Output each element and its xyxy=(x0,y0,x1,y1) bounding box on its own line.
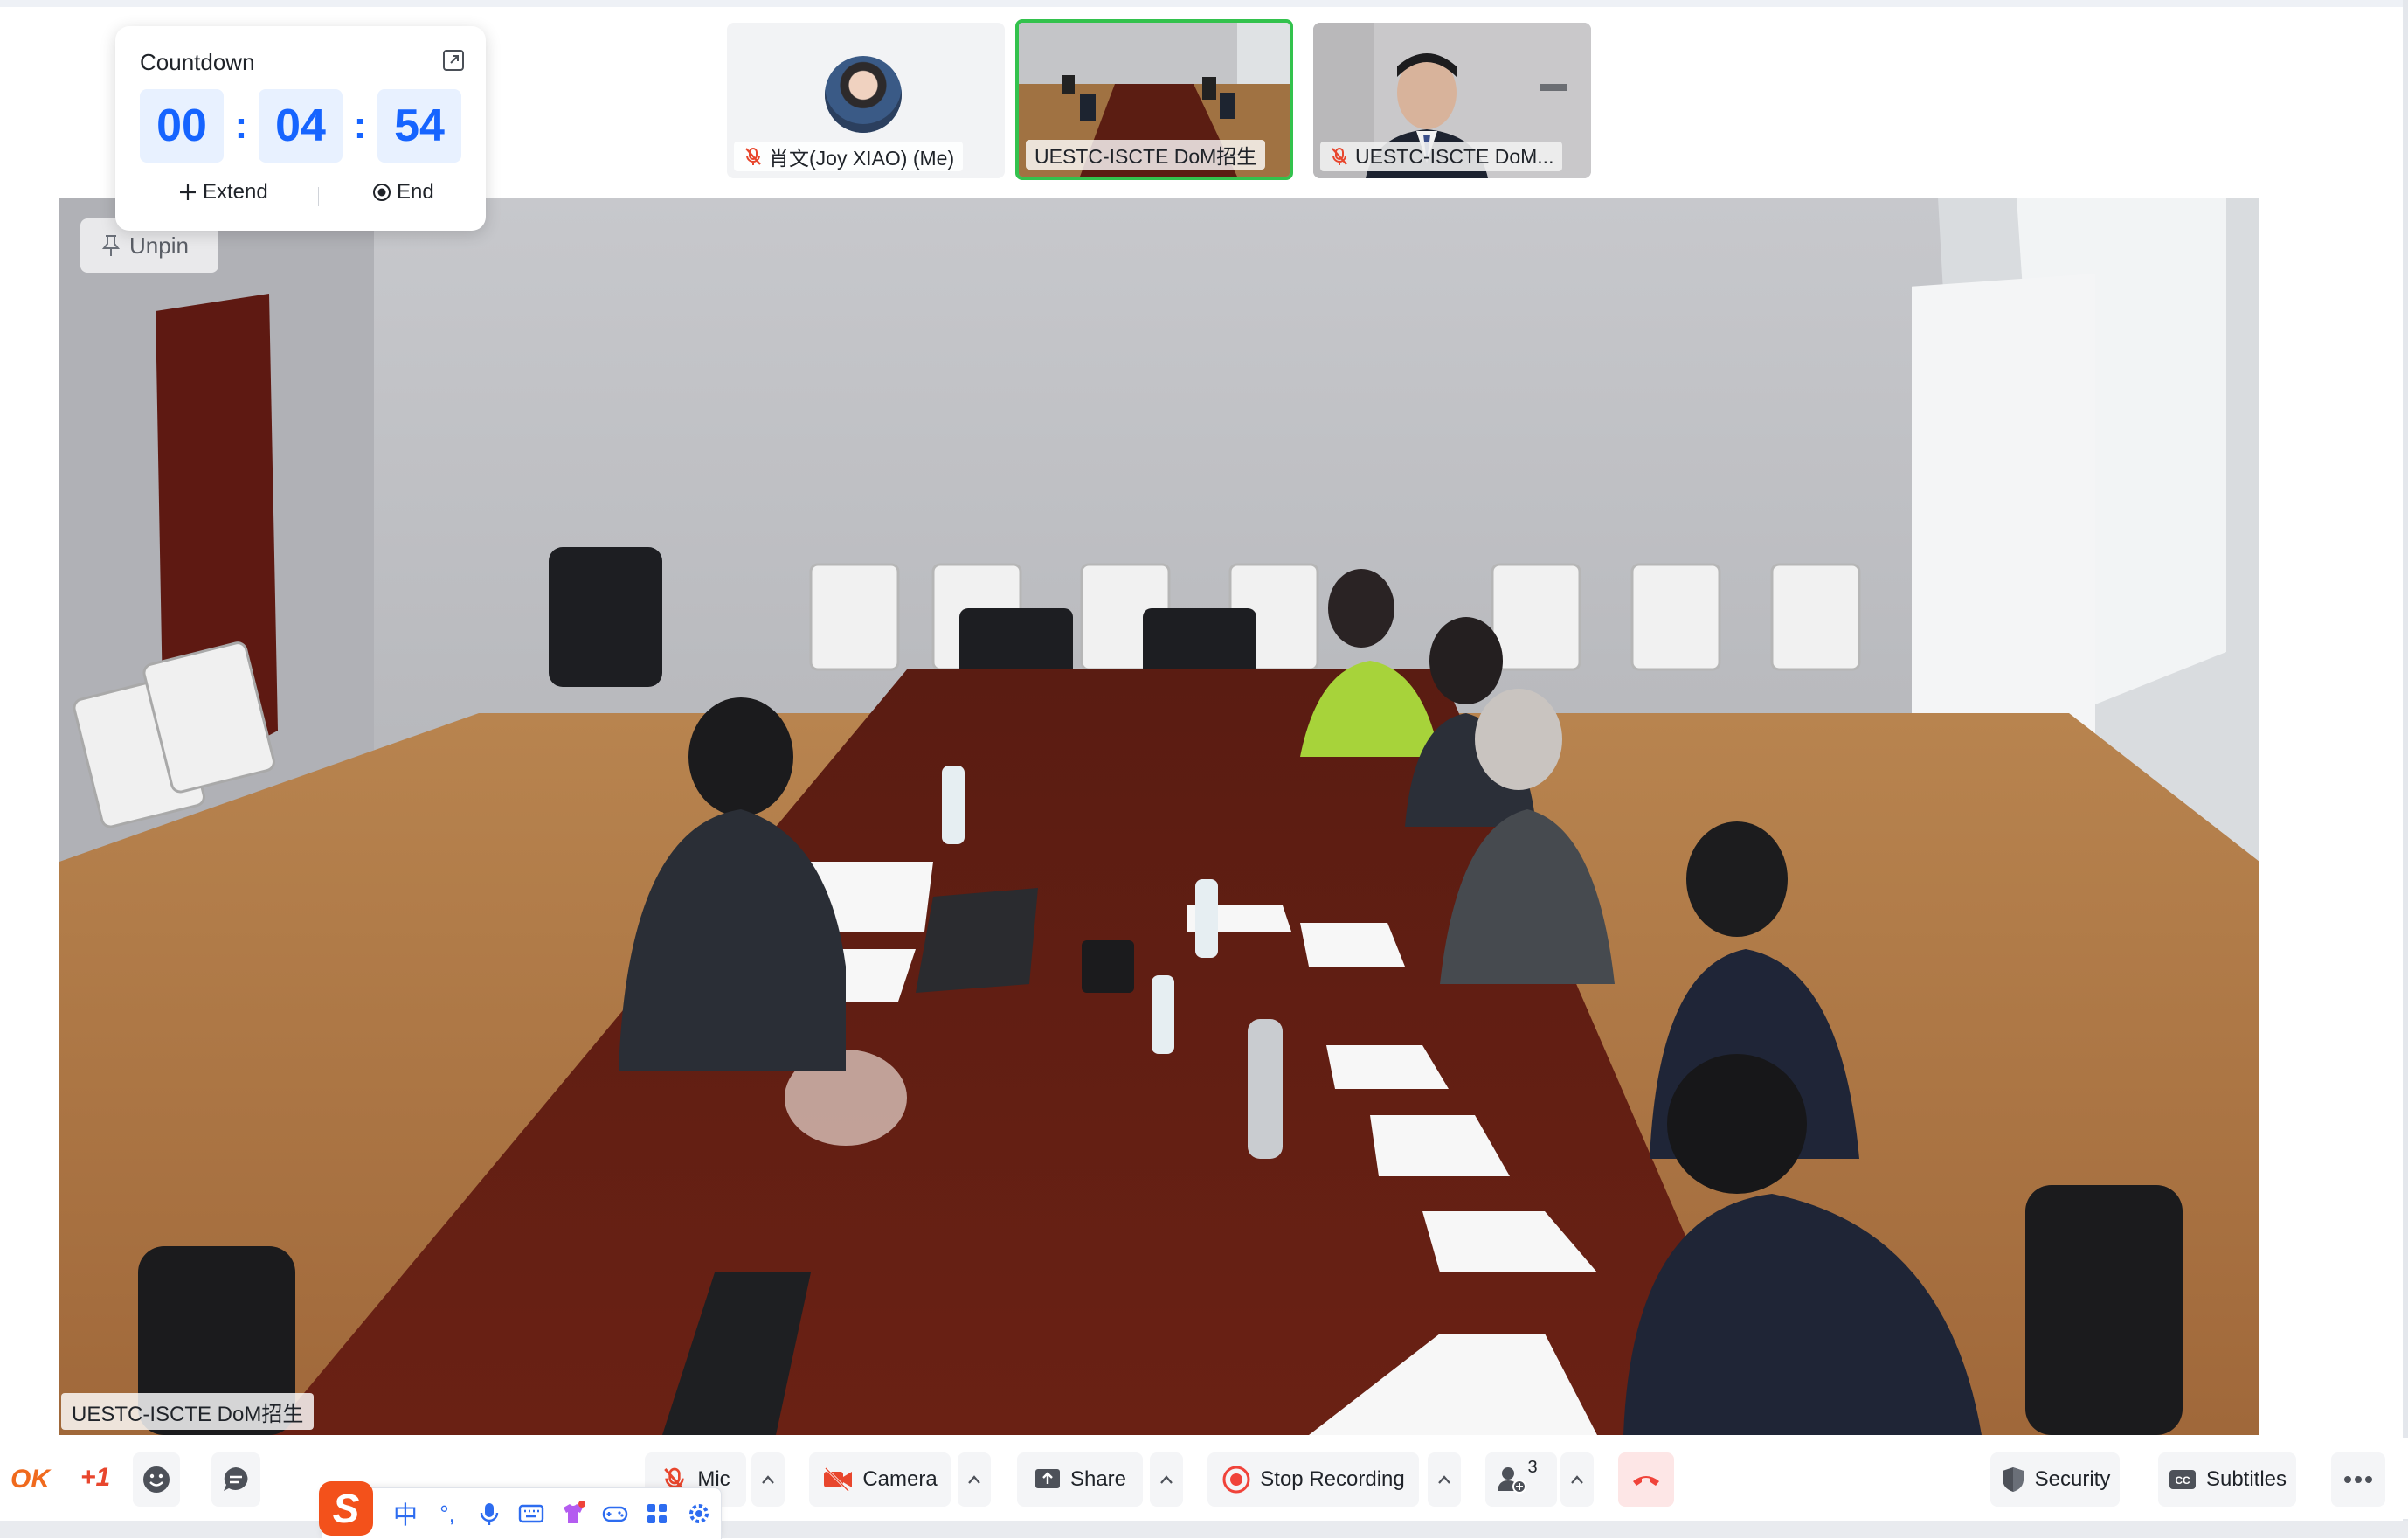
gamepad-icon[interactable] xyxy=(600,1499,630,1529)
chat-button[interactable] xyxy=(211,1452,260,1507)
chevron-up-icon xyxy=(1438,1475,1450,1484)
settings-gear-icon[interactable] xyxy=(684,1499,714,1529)
ime-toolbar: S 中 °, xyxy=(319,1481,722,1539)
participant-tile-room[interactable]: UESTC-ISCTE DoM招生 xyxy=(1015,19,1293,180)
stop-circle-icon xyxy=(373,184,391,201)
shield-icon xyxy=(2002,1467,2024,1492)
divider xyxy=(318,187,319,206)
countdown-minutes: 04 xyxy=(259,89,343,163)
camera-off-icon xyxy=(824,1466,853,1493)
record-options-button[interactable] xyxy=(1428,1452,1461,1507)
chevron-up-icon xyxy=(968,1475,980,1484)
colon: : xyxy=(234,104,248,147)
share-screen-icon xyxy=(1034,1469,1060,1488)
participants-count: 3 xyxy=(1527,1457,1538,1477)
mic-muted-icon xyxy=(745,148,761,165)
skin-icon[interactable] xyxy=(558,1499,588,1529)
participants-button[interactable]: 3 xyxy=(1485,1452,1557,1507)
security-label: Security xyxy=(2034,1467,2111,1491)
participant-name-tag: 肖文(Joy XIAO) (Me) xyxy=(734,142,964,171)
main-video[interactable] xyxy=(59,198,2259,1435)
participants-icon xyxy=(1498,1467,1527,1494)
subtitles-button[interactable]: CC Subtitles xyxy=(2158,1452,2296,1507)
conference-room-video xyxy=(59,198,2259,1435)
toolbox-grid-icon[interactable] xyxy=(642,1499,672,1529)
plus-icon xyxy=(180,184,196,200)
speaker-name-label: UESTC-ISCTE DoM招生 xyxy=(61,1393,315,1430)
popout-icon[interactable] xyxy=(442,49,465,72)
chat-bubble-icon xyxy=(224,1467,248,1491)
end-button[interactable]: End xyxy=(372,180,434,205)
countdown-panel: Countdown 00 : 04 : 54 Extend End xyxy=(115,26,486,231)
stop-recording-button[interactable]: Stop Recording xyxy=(1207,1452,1419,1507)
ime-punctuation-toggle[interactable]: °, xyxy=(432,1499,462,1529)
more-options-button[interactable] xyxy=(2331,1452,2385,1507)
participant-name: 肖文(Joy XIAO) (Me) xyxy=(769,147,955,170)
smiley-icon xyxy=(143,1466,170,1493)
avatar xyxy=(825,56,902,133)
colon: : xyxy=(353,104,367,147)
reaction-plus-one[interactable]: +1 xyxy=(80,1463,110,1493)
more-horizontal-icon xyxy=(2344,1476,2372,1483)
keyboard-icon[interactable] xyxy=(516,1499,546,1529)
extend-label: Extend xyxy=(203,180,268,204)
svg-text:CC: CC xyxy=(2175,1474,2190,1487)
sogou-logo[interactable]: S xyxy=(319,1481,373,1536)
record-label: Stop Recording xyxy=(1260,1467,1405,1491)
share-label: Share xyxy=(1069,1467,1127,1491)
chevron-up-icon xyxy=(1571,1475,1583,1484)
camera-button[interactable]: Camera xyxy=(809,1452,951,1507)
end-label: End xyxy=(397,180,434,204)
reaction-ok[interactable]: OK xyxy=(10,1465,50,1494)
participant-tile-self[interactable]: 肖文(Joy XIAO) (Me) xyxy=(727,23,1005,178)
closed-captions-icon: CC xyxy=(2169,1470,2196,1489)
camera-options-button[interactable] xyxy=(958,1452,991,1507)
countdown-title: Countdown xyxy=(140,49,255,75)
extend-button[interactable]: Extend xyxy=(178,180,268,205)
window-right-border xyxy=(2403,0,2408,1538)
share-options-button[interactable] xyxy=(1150,1452,1183,1507)
countdown-seconds: 54 xyxy=(377,89,461,163)
countdown-timer: 00 : 04 : 54 xyxy=(140,89,461,163)
hang-up-icon xyxy=(1633,1476,1659,1486)
leave-meeting-button[interactable] xyxy=(1618,1452,1674,1507)
emoji-button[interactable] xyxy=(133,1452,180,1507)
camera-label: Camera xyxy=(862,1467,938,1491)
security-button[interactable]: Security xyxy=(1990,1452,2120,1507)
pin-icon xyxy=(101,235,121,256)
mic-muted-icon xyxy=(1332,148,1347,165)
countdown-hours: 00 xyxy=(140,89,224,163)
share-button[interactable]: Share xyxy=(1017,1452,1143,1507)
mic-options-button[interactable] xyxy=(751,1452,785,1507)
countdown-actions: Extend End xyxy=(115,180,486,215)
chevron-up-icon xyxy=(762,1475,774,1484)
subtitles-label: Subtitles xyxy=(2205,1467,2287,1491)
participant-name-tag: UESTC-ISCTE DoM... xyxy=(1320,142,1563,171)
participants-options-button[interactable] xyxy=(1560,1452,1594,1507)
voice-input-icon[interactable] xyxy=(474,1499,504,1529)
participant-name: UESTC-ISCTE DoM... xyxy=(1355,144,1554,168)
participant-tile-remote[interactable]: UESTC-ISCTE DoM... xyxy=(1313,23,1591,178)
record-stop-icon xyxy=(1222,1466,1250,1494)
unpin-label: Unpin xyxy=(129,232,189,259)
participant-name-tag: UESTC-ISCTE DoM招生 xyxy=(1026,140,1266,170)
ime-mode-toggle[interactable]: 中 xyxy=(391,1499,420,1529)
chevron-up-icon xyxy=(1160,1475,1173,1484)
participant-name: UESTC-ISCTE DoM招生 xyxy=(1034,145,1257,168)
window-top-border xyxy=(0,0,2408,7)
